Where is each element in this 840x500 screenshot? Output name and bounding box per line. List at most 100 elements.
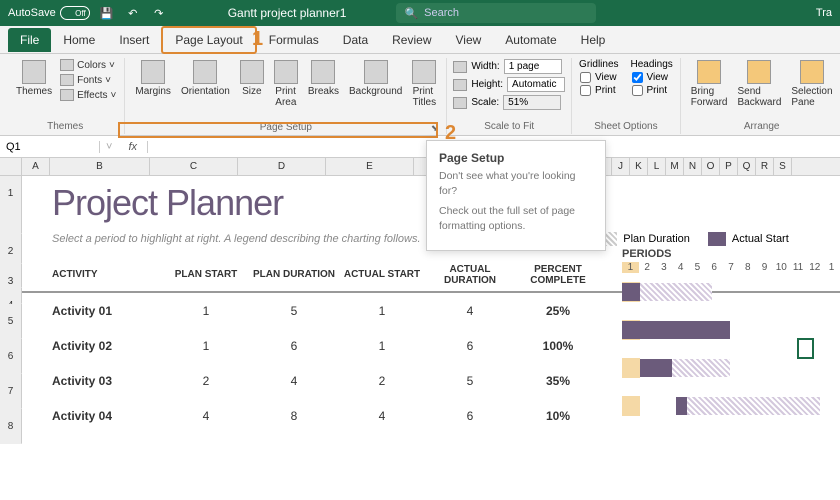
scale-icon [453,97,467,109]
width-select[interactable]: 1 page [504,59,562,74]
group-label-sheet: Sheet Options [578,119,674,134]
tooltip-title: Page Setup [439,151,593,165]
tab-review[interactable]: Review [380,28,443,52]
row-header[interactable]: 2 [0,234,22,264]
print-area-button[interactable]: Print Area [270,58,302,110]
group-label-scale: Scale to Fit [453,119,565,134]
row-header[interactable]: 5 [0,304,22,339]
activity-name: Activity 04 [52,409,162,423]
worksheet: 1 2 3 4 5 6 7 8 A B C D E J K L M N O P … [0,158,840,444]
breaks-button[interactable]: Breaks [304,58,343,99]
legend: Plan Duration Actual Start [599,232,789,246]
effects-button[interactable]: Effects ˅ [58,88,118,102]
legend-plan: Plan Duration [623,233,690,245]
save-icon[interactable]: 💾 [98,4,116,22]
gridlines-view-check[interactable]: View [578,71,619,84]
legend-swatch-actual [708,232,726,246]
tab-insert[interactable]: Insert [107,28,161,52]
col-header[interactable]: Q [738,158,756,175]
col-header[interactable]: A [22,158,50,175]
subtitle: Select a period to highlight at right. A… [52,233,421,245]
tooltip-line2: Check out the full set of page formattin… [439,204,593,233]
headings-view-check[interactable]: View [630,71,674,84]
periods-section: PERIODS 1 2 3 4 5 6 7 8 9 10 11 12 1 [622,248,840,417]
dropdown-icon[interactable]: ˅ [100,141,118,153]
legend-actual: Actual Start [732,233,789,245]
col-header[interactable]: B [50,158,150,175]
group-label-themes: Themes [12,119,118,134]
row-header[interactable]: 8 [0,409,22,444]
headings-print-check[interactable]: Print [630,84,674,97]
group-label-arrange: Arrange [687,119,837,134]
fx-icon[interactable]: fx [118,141,148,153]
send-backward-button[interactable]: Send Backward [733,58,785,110]
size-button[interactable]: Size [236,58,268,99]
tab-data[interactable]: Data [331,28,380,52]
group-arrange: Bring Forward Send Backward Selection Pa… [681,58,840,134]
col-header[interactable]: O [702,158,720,175]
col-header[interactable]: S [774,158,792,175]
tab-home[interactable]: Home [51,28,107,52]
autosave-label: AutoSave [8,7,56,19]
col-header[interactable]: N [684,158,702,175]
tab-view[interactable]: View [444,28,494,52]
col-header[interactable]: M [666,158,684,175]
ribbon: Themes Colors ˅ Fonts ˅ Effects ˅ Themes… [0,54,840,136]
tab-help[interactable]: Help [569,28,618,52]
title-bar: AutoSave Off 💾 ↶ ↷ Gantt project planner… [0,0,840,26]
search-placeholder: Search [424,7,459,19]
gridlines-print-check[interactable]: Print [578,84,619,97]
page-setup-launcher[interactable]: ⬊ [131,123,438,134]
headings-label: Headings [630,58,674,71]
col-header[interactable]: J [612,158,630,175]
colors-button[interactable]: Colors ˅ [58,58,118,72]
print-titles-button[interactable]: Print Titles [408,58,440,110]
row-header[interactable]: 4 [0,288,22,304]
background-button[interactable]: Background [345,58,406,99]
gantt-row [622,283,840,303]
annotation-1: 1 [252,28,263,51]
bring-forward-button[interactable]: Bring Forward [687,58,732,110]
row-header[interactable]: 7 [0,374,22,409]
themes-button[interactable]: Themes [12,58,56,99]
height-icon [453,79,467,91]
row-header[interactable]: 3 [0,264,22,288]
col-header[interactable]: C [150,158,238,175]
col-header[interactable]: P [720,158,738,175]
periods-label: PERIODS [622,248,840,260]
selection-pane-button[interactable]: Selection Pane [787,58,836,110]
tab-file[interactable]: File [8,28,51,52]
activity-name: Activity 02 [52,339,162,353]
formula-bar: Q1 ˅ fx [0,136,840,158]
col-header[interactable]: D [238,158,326,175]
col-header[interactable]: E [326,158,414,175]
margins-button[interactable]: Margins [131,58,175,99]
row-header[interactable]: 6 [0,339,22,374]
undo-icon[interactable]: ↶ [124,4,142,22]
tooltip-line1: Don't see what you're looking for? [439,169,593,198]
row-headers: 1 2 3 4 5 6 7 8 [0,158,22,444]
tab-formulas[interactable]: Formulas [257,28,331,52]
search-input[interactable]: 🔍 Search [396,3,596,23]
group-scale: Width:1 page Height:Automatic Scale:51% … [447,58,572,134]
autosave-switch[interactable]: Off [60,6,90,20]
row-header[interactable]: 1 [0,176,22,234]
col-header[interactable]: K [630,158,648,175]
orientation-button[interactable]: Orientation [177,58,234,99]
page-setup-tooltip: Page Setup Don't see what you're looking… [426,140,606,251]
redo-icon[interactable]: ↷ [150,4,168,22]
autosave-toggle[interactable]: AutoSave Off [8,6,90,20]
name-box[interactable]: Q1 [0,141,100,153]
gridlines-label: Gridlines [578,58,619,71]
annotation-2: 2 [445,122,456,145]
gantt-row [622,359,840,379]
fonts-button[interactable]: Fonts ˅ [58,73,118,87]
tab-page-layout[interactable]: Page Layout [161,26,256,54]
col-header[interactable]: L [648,158,666,175]
col-header[interactable]: R [756,158,774,175]
group-sheet-options: Gridlines View Print Headings View Print… [572,58,681,134]
ribbon-tabs: File Home Insert Page Layout Formulas Da… [0,26,840,54]
height-select[interactable]: Automatic [507,77,565,92]
scale-input[interactable]: 51% [503,95,561,110]
tab-automate[interactable]: Automate [493,28,568,52]
